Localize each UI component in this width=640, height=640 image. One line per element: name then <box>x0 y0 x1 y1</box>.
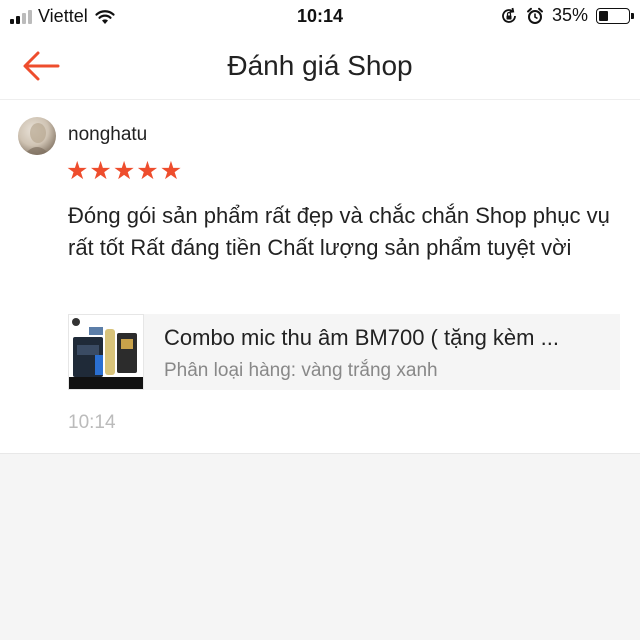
battery-level-fill <box>599 10 609 21</box>
battery-percent: 35% <box>551 5 588 25</box>
star-icon: ★ <box>112 157 136 185</box>
avatar-image <box>24 123 50 155</box>
rotation-lock-icon <box>502 7 516 23</box>
product-link[interactable]: Combo mic thu âm BM700 ( tặng kèm ... Ph… <box>68 314 620 390</box>
alarm-icon <box>526 7 543 24</box>
star-icon: ★ <box>159 157 183 185</box>
status-bar: Viettel 10:14 35% <box>0 0 640 34</box>
header-bar: Đánh giá Shop <box>0 34 640 100</box>
star-icon: ★ <box>89 157 112 185</box>
review-timestamp: 10:14 <box>68 412 116 433</box>
product-name: Combo mic thu âm BM700 ( tặng kèm ... <box>164 325 559 350</box>
star-icon: ★ <box>66 157 89 185</box>
page-title: Đánh giá Shop <box>227 50 413 81</box>
rating-stars: ★ ★ ★ ★ ★ <box>66 158 182 184</box>
product-thumbnail <box>68 314 144 390</box>
battery-icon <box>596 7 634 24</box>
product-variant: Phân loại hàng: vàng trắng xanh <box>164 360 438 381</box>
review-card: nonghatu ★ ★ ★ ★ ★ Đóng gói sản phẩm rất đẹp… <box>0 100 640 454</box>
review-text: Đóng gói sản phẩm rất đẹp và chắc chắn S… <box>68 203 610 260</box>
star-icon: ★ <box>136 157 159 185</box>
status-right: 35% <box>500 5 634 26</box>
avatar[interactable] <box>18 117 56 155</box>
reviewer-username[interactable]: nonghatu <box>68 124 147 146</box>
